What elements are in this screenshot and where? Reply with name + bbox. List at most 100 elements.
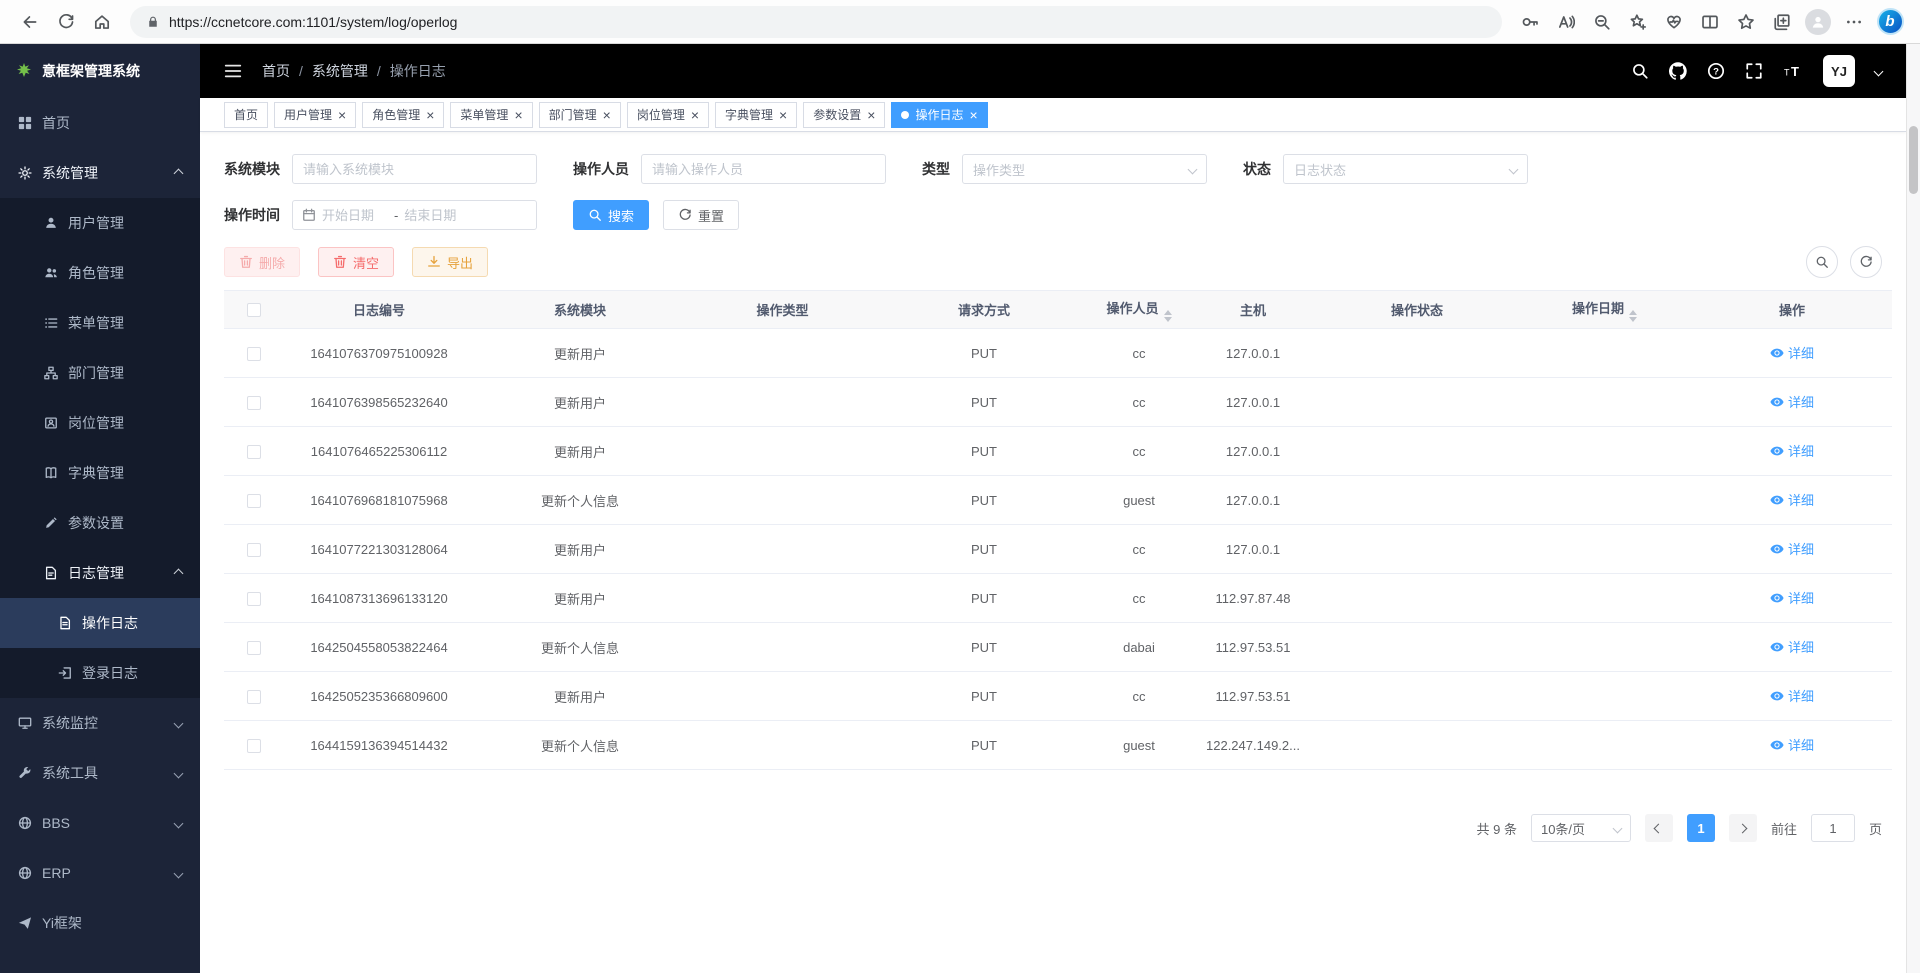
row-checkbox[interactable]: [247, 543, 261, 557]
add-favorite-button[interactable]: [1620, 5, 1656, 39]
refresh-table-button[interactable]: [1850, 246, 1882, 278]
tab-user-mgmt[interactable]: 用户管理×: [274, 102, 356, 128]
sidebar-item-login-log[interactable]: 登录日志: [0, 648, 200, 698]
tab-operation-log[interactable]: 操作日志×: [891, 102, 987, 128]
delete-button[interactable]: 删除: [224, 247, 300, 277]
reset-button[interactable]: 重置: [663, 200, 739, 230]
page-size-select[interactable]: 10条/页: [1531, 814, 1631, 842]
browser-profile-avatar[interactable]: [1800, 5, 1836, 39]
breadcrumb-parent[interactable]: 系统管理: [312, 61, 368, 81]
sidebar-item-home[interactable]: 首页: [0, 98, 200, 148]
sidebar-item-operation-log[interactable]: 操作日志: [0, 598, 200, 648]
sidebar-item-role-mgmt[interactable]: 角色管理: [0, 248, 200, 298]
page-scrollbar[interactable]: [1906, 44, 1920, 973]
collections-button[interactable]: [1764, 5, 1800, 39]
clear-button[interactable]: 清空: [318, 247, 394, 277]
tab-dict-mgmt[interactable]: 字典管理×: [715, 102, 797, 128]
column-operator[interactable]: 操作人员: [1089, 291, 1189, 329]
split-screen-button[interactable]: [1692, 5, 1728, 39]
sidebar-item-bbs[interactable]: BBS: [0, 798, 200, 848]
help-button[interactable]: ?: [1707, 62, 1725, 80]
sidebar-item-system-mgmt[interactable]: 系统管理: [0, 148, 200, 198]
fullscreen-button[interactable]: [1745, 62, 1763, 80]
close-icon[interactable]: ×: [867, 108, 875, 122]
password-key-icon[interactable]: [1512, 5, 1548, 39]
tab-post-mgmt[interactable]: 岗位管理×: [627, 102, 709, 128]
detail-link[interactable]: 详细: [1770, 343, 1814, 362]
status-select[interactable]: 日志状态: [1283, 154, 1528, 184]
close-icon[interactable]: ×: [779, 108, 787, 122]
sidebar-item-system-monitor[interactable]: 系统监控: [0, 698, 200, 748]
row-checkbox[interactable]: [247, 592, 261, 606]
sidebar-toggle-button[interactable]: [224, 62, 242, 80]
close-icon[interactable]: ×: [603, 108, 611, 122]
detail-link[interactable]: 详细: [1770, 637, 1814, 656]
close-icon[interactable]: ×: [426, 108, 434, 122]
sidebar-item-erp[interactable]: ERP: [0, 848, 200, 898]
goto-page-input[interactable]: [1811, 814, 1855, 842]
page-number-button[interactable]: 1: [1687, 814, 1715, 842]
sidebar-item-yi-frame[interactable]: Yi框架: [0, 898, 200, 948]
tab-home[interactable]: 首页: [224, 102, 268, 128]
detail-link[interactable]: 详细: [1770, 441, 1814, 460]
breadcrumb-home[interactable]: 首页: [262, 61, 290, 81]
browser-more-button[interactable]: [1836, 5, 1872, 39]
bing-sidebar-button[interactable]: b: [1872, 5, 1908, 39]
detail-link[interactable]: 详细: [1770, 392, 1814, 411]
browser-back-button[interactable]: [12, 5, 48, 39]
tab-dept-mgmt[interactable]: 部门管理×: [539, 102, 621, 128]
type-select[interactable]: 操作类型: [962, 154, 1207, 184]
select-all-checkbox[interactable]: [247, 303, 261, 317]
close-icon[interactable]: ×: [514, 108, 522, 122]
row-checkbox[interactable]: [247, 396, 261, 410]
address-bar[interactable]: https://ccnetcore.com:1101/system/log/op…: [130, 6, 1502, 38]
detail-link[interactable]: 详细: [1770, 686, 1814, 705]
sort-carets-icon[interactable]: [1164, 310, 1172, 322]
browser-essentials-button[interactable]: [1656, 5, 1692, 39]
scrollbar-thumb[interactable]: [1909, 126, 1918, 194]
row-checkbox[interactable]: [247, 641, 261, 655]
row-checkbox[interactable]: [247, 690, 261, 704]
sidebar-item-param-settings[interactable]: 参数设置: [0, 498, 200, 548]
row-checkbox[interactable]: [247, 739, 261, 753]
row-checkbox[interactable]: [247, 494, 261, 508]
zoom-out-button[interactable]: [1584, 5, 1620, 39]
row-checkbox[interactable]: [247, 347, 261, 361]
user-menu-chevron-icon[interactable]: [1874, 66, 1884, 76]
tab-param-settings[interactable]: 参数设置×: [803, 102, 885, 128]
github-link[interactable]: [1669, 62, 1687, 80]
sidebar-item-system-tools[interactable]: 系统工具: [0, 748, 200, 798]
start-date-input[interactable]: [322, 208, 388, 223]
end-date-input[interactable]: [404, 208, 470, 223]
browser-home-button[interactable]: [84, 5, 120, 39]
search-button[interactable]: 搜索: [573, 200, 649, 230]
operator-input[interactable]: [641, 154, 886, 184]
detail-link[interactable]: 详细: [1770, 539, 1814, 558]
close-icon[interactable]: ×: [969, 108, 977, 122]
close-icon[interactable]: ×: [338, 108, 346, 122]
module-input[interactable]: [292, 154, 537, 184]
export-button[interactable]: 导出: [412, 247, 488, 277]
next-page-button[interactable]: [1729, 814, 1757, 842]
prev-page-button[interactable]: [1645, 814, 1673, 842]
read-aloud-button[interactable]: [1548, 5, 1584, 39]
sidebar-item-menu-mgmt[interactable]: 菜单管理: [0, 298, 200, 348]
sidebar-item-log-mgmt[interactable]: 日志管理: [0, 548, 200, 598]
detail-link[interactable]: 详细: [1770, 588, 1814, 607]
detail-link[interactable]: 详细: [1770, 490, 1814, 509]
row-checkbox[interactable]: [247, 445, 261, 459]
sidebar-item-dept-mgmt[interactable]: 部门管理: [0, 348, 200, 398]
detail-link[interactable]: 详细: [1770, 735, 1814, 754]
browser-refresh-button[interactable]: [48, 5, 84, 39]
tab-role-mgmt[interactable]: 角色管理×: [362, 102, 444, 128]
sidebar-item-user-mgmt[interactable]: 用户管理: [0, 198, 200, 248]
sort-carets-icon[interactable]: [1629, 310, 1637, 322]
favorites-button[interactable]: [1728, 5, 1764, 39]
app-logo[interactable]: 意框架管理系统: [0, 44, 200, 98]
date-range-picker[interactable]: -: [292, 200, 537, 230]
column-date[interactable]: 操作日期: [1517, 291, 1692, 329]
sidebar-item-dict-mgmt[interactable]: 字典管理: [0, 448, 200, 498]
user-avatar[interactable]: YJ: [1823, 55, 1855, 87]
font-size-button[interactable]: TT: [1783, 61, 1803, 81]
tab-menu-mgmt[interactable]: 菜单管理×: [450, 102, 532, 128]
